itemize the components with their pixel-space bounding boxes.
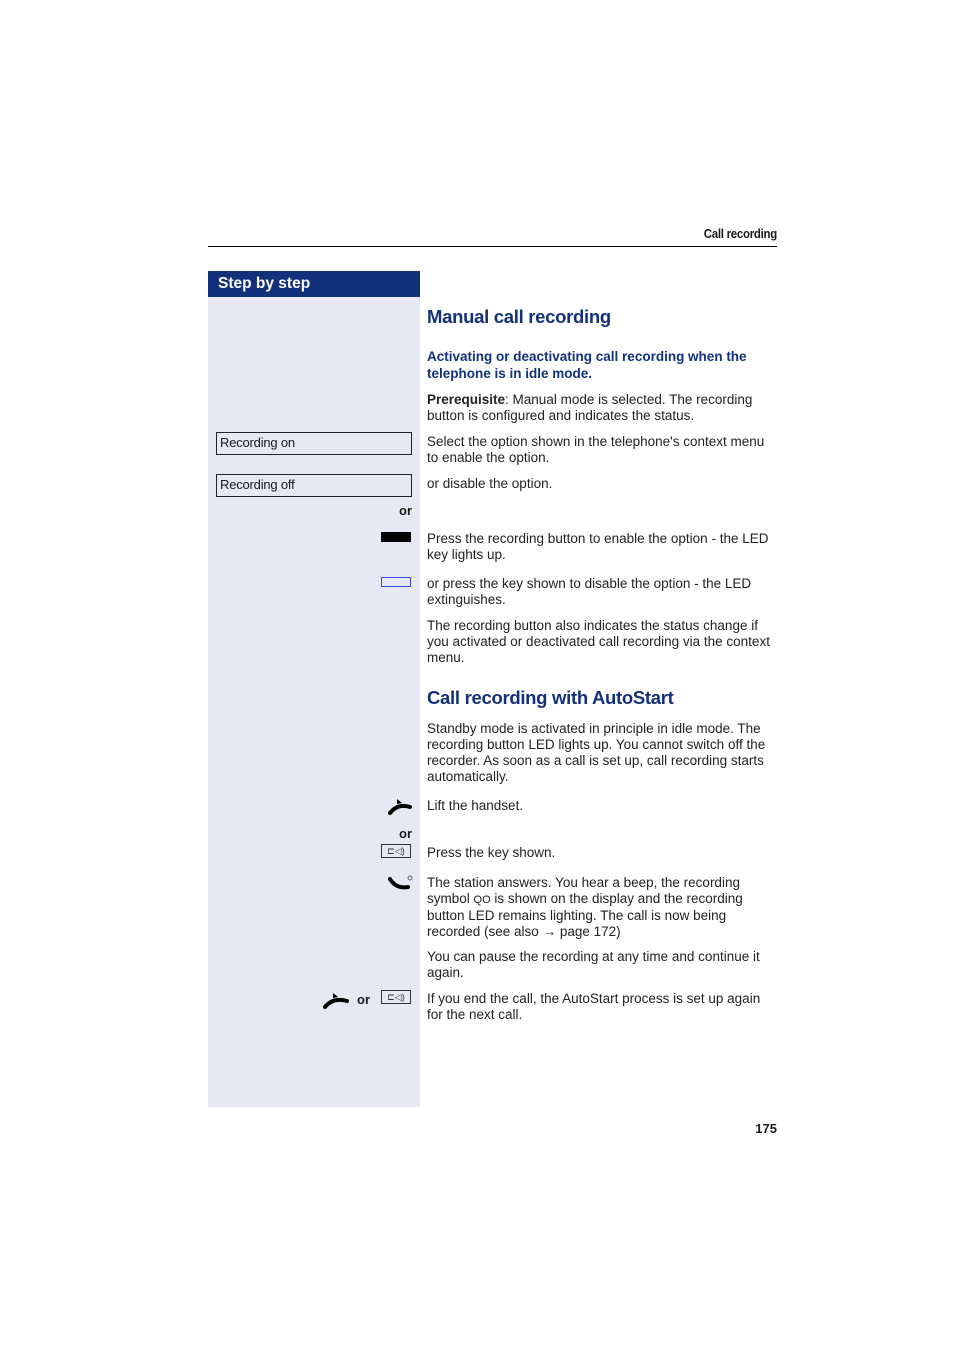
step-key-off-text: or press the key shown to disable the op… [427,576,752,607]
page-number: 175 [755,1121,777,1136]
prerequisite-text: Prerequisite: Manual mode is selected. T… [427,392,779,424]
handset-lift-icon [388,799,412,815]
handset-call-icon [388,875,413,890]
step-by-step-column [208,297,420,1107]
step-key-on-text: Press the recording button to enable the… [427,531,769,562]
station-answers-text: The station answers. You hear a beep, th… [427,875,779,940]
led-key-off-icon[interactable] [381,577,411,587]
section-title-manual: Manual call recording [427,306,611,327]
or-label: or [399,503,412,518]
autostart-intro-text: Standby mode is activated in principle i… [427,721,766,784]
loudspeaker-key-icon[interactable]: ⊏◁) [381,990,411,1004]
pause-note-text: You can pause the recording at any time … [427,949,760,980]
prerequisite-label: Prerequisite [427,392,506,407]
step-enable-text: Select the option shown in the telephone… [427,434,765,465]
running-header: Call recording [703,226,777,241]
handset-hangup-icon [323,993,349,1009]
step-disable-text: or disable the option. [427,476,553,491]
loudspeaker-key-icon[interactable]: ⊏◁) [381,844,411,858]
page-reference-link[interactable]: page 172) [556,924,621,939]
menu-option-recording-on[interactable]: Recording on [216,432,412,455]
section-title-autostart: Call recording with AutoStart [427,687,674,708]
end-call-note-text: If you end the call, the AutoStart proce… [427,991,761,1022]
status-note-text: The recording button also indicates the … [427,618,770,665]
or-label: or [399,826,412,841]
or-label: or [357,992,370,1007]
section-subtitle: Activating or deactivating call recordin… [427,349,747,381]
step-by-step-header: Step by step [208,271,420,297]
step-lift-text: Lift the handset. [427,798,524,813]
recording-symbol-icon: QO [473,894,491,906]
menu-option-recording-off[interactable]: Recording off [216,474,412,497]
arrow-icon: → [542,924,557,939]
led-key-lit-icon[interactable] [381,532,411,542]
header-rule [208,246,777,247]
step-press-key-text: Press the key shown. [427,845,556,860]
